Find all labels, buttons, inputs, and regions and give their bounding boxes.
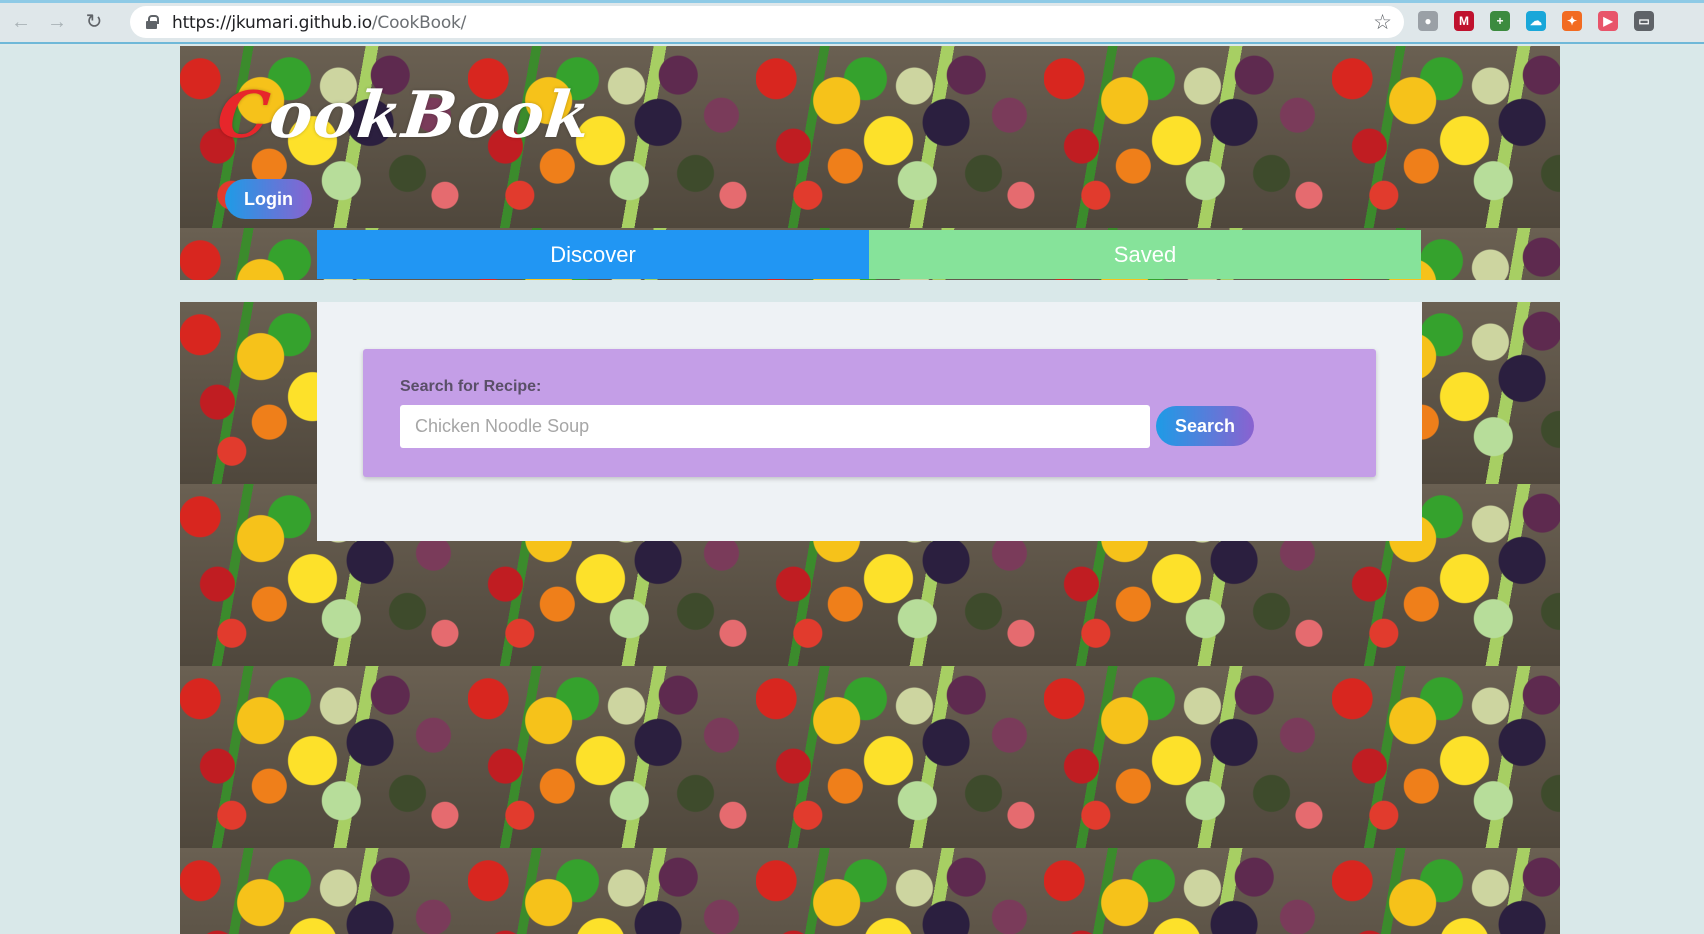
record-icon[interactable]: ● (1418, 11, 1438, 31)
reload-icon[interactable]: ↻ (81, 9, 107, 35)
url-text[interactable]: https://jkumari.github.io/CookBook/ (172, 13, 466, 33)
tab-discover[interactable]: Discover (317, 230, 869, 279)
cookbook-logo: CookBook (214, 78, 594, 153)
content-background: Search for Recipe: Search (180, 302, 1560, 934)
nav-tabs: Discover Saved (317, 230, 1421, 279)
star-icon[interactable]: ☆ (1373, 10, 1392, 35)
logo-rest: ookBook (265, 78, 595, 153)
search-input[interactable] (400, 405, 1150, 448)
page: CookBook Login Discover Saved Search for… (0, 46, 1704, 934)
main-panel: Search for Recipe: Search (317, 302, 1422, 541)
cloud-icon[interactable]: ☁ (1526, 11, 1546, 31)
browser-top-border (0, 0, 1704, 3)
window-icon[interactable]: ▭ (1634, 11, 1654, 31)
search-label: Search for Recipe: (400, 378, 542, 395)
tab-saved[interactable]: Saved (869, 230, 1421, 279)
login-button[interactable]: Login (225, 179, 312, 219)
video-icon[interactable]: ▶ (1598, 11, 1618, 31)
arrow-right-icon[interactable]: → (44, 9, 70, 35)
header-banner: CookBook Login Discover Saved (180, 46, 1560, 280)
shield-icon[interactable]: M (1454, 11, 1474, 31)
lock-icon (146, 15, 159, 29)
search-button[interactable]: Search (1156, 406, 1254, 446)
pinwheel-icon[interactable]: ✦ (1562, 11, 1582, 31)
browser-toolbar: ← → ↻ https://jkumari.github.io/CookBook… (0, 0, 1704, 44)
address-bar[interactable]: https://jkumari.github.io/CookBook/ ☆ (130, 6, 1404, 38)
url-host: https://jkumari.github.io (172, 13, 372, 33)
url-path: /CookBook/ (371, 13, 467, 33)
logo-first-letter: C (214, 78, 274, 153)
arrow-left-icon[interactable]: ← (8, 9, 34, 35)
search-card: Search for Recipe: Search (363, 349, 1376, 477)
download-extension-icon[interactable]: + (1490, 11, 1510, 31)
